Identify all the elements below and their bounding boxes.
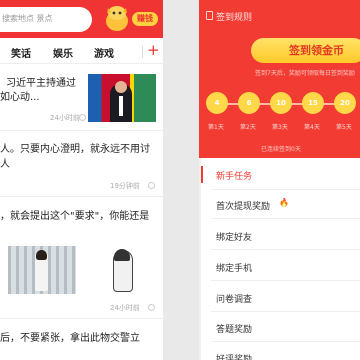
article-title-line: 习近平主持通过 (6, 78, 76, 89)
task-item-first-withdraw[interactable]: 首次提现奖励 (216, 199, 270, 212)
coin-day-4: 15 (302, 92, 324, 114)
tab-entertainment[interactable]: 娱乐 (53, 45, 73, 60)
sign-in-header: 签到规则 签到领金币 签到7天后，奖励可领取每日签到奖励 4 6 10 15 2… (199, 0, 360, 158)
divider (0, 196, 163, 197)
day-label: 第5天 (336, 124, 352, 131)
coin-day-2: 6 (238, 92, 260, 114)
rules-doc-icon (206, 11, 213, 20)
task-item-quiz[interactable]: 答题奖励 (216, 322, 252, 335)
coin-day-5: 20 (334, 92, 356, 114)
sign-in-rules-link[interactable]: 签到规则 (216, 10, 252, 23)
news-feed-screen: 搜索地点 景点 赚钱 笑话 娱乐 游戏 + 习近平主持通过 如心动... 24小… (0, 0, 163, 360)
article-title-line: ，就会提出这个"要求"，你能还是 (0, 211, 150, 222)
active-indicator (201, 166, 203, 183)
mascot-icon (106, 6, 128, 31)
coin-day-3: 10 (270, 92, 292, 114)
article-title-line: 人。只要内心澄明，就永远不用讨 (0, 144, 150, 155)
sign-in-screen: 签到规则 签到领金币 签到7天后，奖励可领取每日签到奖励 4 6 10 15 2… (199, 0, 360, 360)
coin-day-1: 4 (206, 92, 228, 114)
day-label: 第4天 (304, 124, 320, 131)
fire-icon: 🔥 (279, 198, 289, 207)
task-item-survey[interactable]: 问卷调查 (216, 292, 252, 305)
tabs-divider (142, 46, 143, 58)
dismiss-icon[interactable] (79, 114, 86, 121)
task-item-bind-phone[interactable]: 绑定手机 (216, 261, 252, 274)
article-title-line: 如心动... (0, 92, 40, 103)
task-item-review[interactable]: 好评奖励 (216, 352, 252, 360)
article-thumbnail (8, 246, 76, 294)
add-tab-button[interactable]: + (147, 41, 160, 59)
task-item-bind-friend[interactable]: 绑定好友 (216, 230, 252, 243)
sign-in-button[interactable]: 签到领金币 (251, 38, 360, 63)
task-rail (199, 158, 201, 360)
article-time: 19分钟前 (110, 182, 140, 190)
app-screenshot-stage: 搜索地点 景点 赚钱 笑话 娱乐 游戏 + 习近平主持通过 如心动... 24小… (0, 0, 360, 360)
article-thumbnail (85, 246, 135, 294)
streak-text: 已连续签到0天 (261, 146, 301, 153)
divider (0, 130, 163, 131)
dismiss-icon[interactable] (148, 304, 155, 311)
tab-games[interactable]: 游戏 (94, 45, 114, 60)
divider (0, 318, 163, 319)
day-label: 第1天 (208, 124, 224, 131)
feed-header: 搜索地点 景点 赚钱 (0, 0, 163, 38)
article-time: 24小时前 (110, 304, 140, 312)
task-item-newbie[interactable]: 新手任务 (216, 169, 252, 182)
category-tabs: 笑话 娱乐 游戏 + (0, 38, 163, 64)
day-label: 第3天 (272, 124, 288, 131)
search-placeholder: 搜索地点 景点 (2, 14, 53, 23)
earn-button[interactable]: 赚钱 (132, 12, 158, 26)
search-input[interactable]: 搜索地点 景点 (0, 7, 92, 32)
tab-jokes[interactable]: 笑话 (11, 45, 31, 60)
dismiss-icon[interactable] (148, 182, 155, 189)
article-title-line: 后，不要紧张，拿出此物交警立 (0, 333, 140, 344)
article-time: 24小时前 (50, 114, 80, 122)
article-title-line: 人 (0, 159, 10, 170)
article-thumbnail (88, 74, 156, 122)
day-label: 第2天 (240, 124, 256, 131)
sign-in-subtitle: 签到7天后，奖励可领取每日签到奖励 (255, 70, 355, 77)
